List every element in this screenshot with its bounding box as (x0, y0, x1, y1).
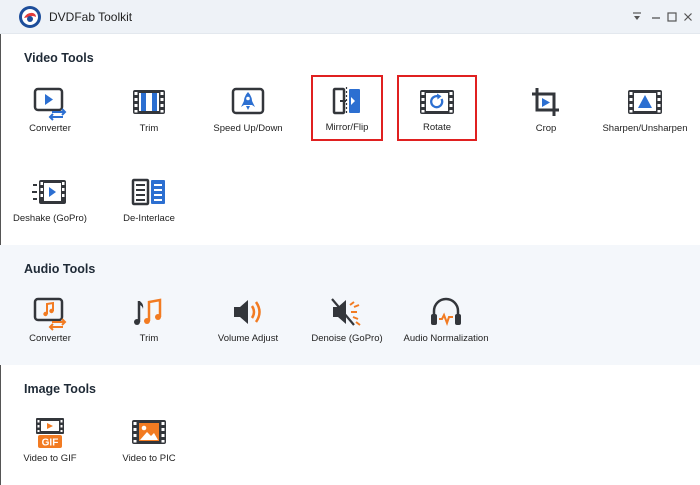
speed-tool[interactable]: Speed Up/Down (200, 83, 296, 153)
menu-dropdown-icon[interactable] (631, 10, 645, 24)
gif-icon: GIF (36, 418, 64, 449)
rocket-icon (231, 87, 265, 115)
speaker-icon (234, 300, 261, 324)
dvdfab-logo-icon (19, 6, 41, 28)
app-title: DVDFab Toolkit (49, 10, 133, 24)
mirror-flip-tool[interactable]: Mirror/Flip (311, 75, 383, 141)
video-tools-section: Video Tools Converter Trim Speed Up/Down… (0, 35, 700, 245)
crop-tool[interactable]: Crop (498, 83, 594, 153)
svg-text:GIF: GIF (42, 438, 59, 449)
sharpen-tool[interactable]: Sharpen/Unsharpen (597, 83, 693, 153)
tool-label: De-Interlace (123, 213, 175, 224)
crop-icon (532, 88, 559, 116)
volume-adjust-tool[interactable]: Volume Adjust (200, 293, 296, 363)
tool-label: Rotate (423, 122, 451, 133)
image-tools-section: Image Tools GIF Video to GIF Video to PI… (0, 365, 700, 485)
video-tools-title: Video Tools (24, 51, 94, 65)
audio-tools-title: Audio Tools (24, 262, 96, 276)
audio-converter-icon (33, 297, 67, 331)
title-bar: DVDFab Toolkit (0, 0, 700, 34)
rotate-icon (420, 90, 454, 114)
deinterlace-icon (131, 178, 165, 206)
sharpen-icon (628, 90, 662, 114)
tool-label: Sharpen/Unsharpen (602, 123, 688, 134)
deshake-tool[interactable]: Deshake (GoPro) (2, 173, 98, 243)
audio-trim-tool[interactable]: Trim (101, 293, 197, 363)
deinterlace-tool[interactable]: De-Interlace (101, 173, 197, 243)
mirror-flip-icon (332, 87, 360, 115)
deshake-icon (32, 180, 66, 204)
denoise-icon (331, 298, 361, 326)
maximize-icon[interactable] (666, 10, 680, 24)
rotate-tool[interactable]: Rotate (397, 75, 477, 141)
audio-trim-icon (134, 298, 162, 325)
audio-converter-tool[interactable]: Converter (2, 293, 98, 363)
picture-icon (132, 420, 166, 444)
converter-icon (33, 87, 67, 121)
video-to-gif-tool[interactable]: GIF Video to GIF (2, 413, 98, 483)
video-trim-tool[interactable]: Trim (101, 83, 197, 153)
tool-label: Audio Normalization (403, 333, 489, 344)
video-to-pic-tool[interactable]: Video to PIC (101, 413, 197, 483)
headphones-icon (431, 297, 461, 326)
tool-label: Video to PIC (122, 453, 176, 464)
image-tools-title: Image Tools (24, 382, 97, 396)
minimize-icon[interactable] (650, 10, 664, 24)
audio-tools-section: Audio Tools Converter Trim Volume Adjust… (0, 245, 700, 365)
tool-label: Mirror/Flip (325, 122, 369, 133)
video-converter-tool[interactable]: Converter (2, 83, 98, 153)
audio-normalization-tool[interactable]: Audio Normalization (398, 293, 494, 363)
close-icon[interactable] (682, 10, 696, 24)
denoise-tool[interactable]: Denoise (GoPro) (299, 293, 395, 363)
tool-label: Speed Up/Down (213, 123, 283, 134)
film-trim-icon (133, 90, 165, 114)
